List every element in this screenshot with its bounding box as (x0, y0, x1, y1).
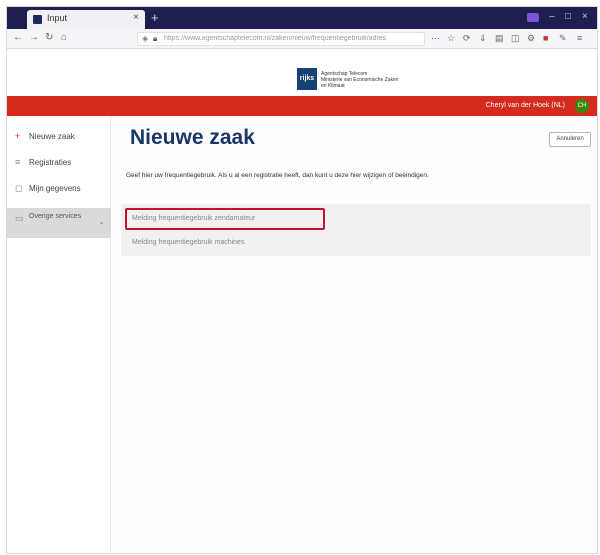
logo: rijks (297, 68, 317, 90)
minimize-button[interactable]: – (549, 11, 555, 22)
new-tab-button[interactable]: + (151, 11, 159, 24)
sidebar-item-my-details[interactable]: ◻ Mijn gegevens (7, 178, 111, 200)
user-icon: ◻ (15, 183, 23, 193)
tab-strip: Input × + – □ × (7, 7, 597, 29)
maximize-button[interactable]: □ (565, 11, 571, 22)
close-tab-icon[interactable]: × (133, 12, 139, 23)
cancel-button[interactable]: Annuleren (549, 132, 591, 147)
main-content: Nieuwe zaak Annuleren Geef hier uw frequ… (111, 116, 597, 553)
page-actions-icon[interactable]: ⋯ (431, 33, 440, 44)
address-bar[interactable]: ◈ 🔒︎ https://www.agentschaptelecom.nl/za… (137, 32, 425, 46)
navigation-toolbar: ← → ↻ ⌂ ◈ 🔒︎ https://www.agentschaptelec… (7, 29, 597, 49)
logo-line: en Klimaat (321, 83, 345, 89)
edit-icon[interactable]: ✎ (559, 33, 567, 44)
url-text[interactable]: https://www.agentschaptelecom.nl/zaken/n… (164, 35, 419, 42)
sidebar-item-other-services[interactable]: ▭ Overige services ⌄ (7, 208, 111, 238)
menu-icon[interactable]: ≡ (577, 33, 582, 44)
option-radio-amateur[interactable]: Melding frequentiegebruik zendamateur (121, 208, 591, 230)
home-icon[interactable]: ⌂ (61, 32, 67, 44)
avatar[interactable]: CH (575, 99, 589, 113)
plus-icon: + (15, 131, 21, 141)
chevron-down-icon: ⌄ (98, 217, 105, 226)
instruction-text: Geef hier uw frequentiegebruik. Als u al… (126, 172, 429, 179)
library-icon[interactable]: ▤ (495, 33, 504, 44)
bookmark-icon[interactable]: ☆ (447, 33, 455, 44)
sidebar-item-label: Mijn gegevens (29, 184, 81, 193)
option-list: Melding frequentiegebruik zendamateur Me… (121, 204, 591, 256)
top-bar: Cheryl van der Hoek (NL) CH (7, 96, 597, 116)
sidebar-toggle-icon[interactable]: ◫ (511, 33, 520, 44)
sidebar-item-label: Registraties (29, 158, 72, 167)
page-title: Nieuwe zaak (130, 126, 255, 149)
forward-icon[interactable]: → (29, 32, 39, 44)
extension-icon[interactable] (527, 13, 539, 22)
user-name[interactable]: Cheryl van der Hoek (NL) (486, 102, 565, 109)
browser-tab[interactable]: Input × (27, 10, 145, 29)
browser-window: Input × + – □ × ← → ↻ ⌂ ◈ 🔒︎ https://www… (6, 6, 598, 554)
site-header: rijks Agentschap Telecom Ministerie van … (7, 50, 597, 96)
logo-text: Agentschap Telecom Ministerie van Econom… (321, 71, 431, 89)
sidebar-item-label: Overige services (29, 213, 82, 220)
close-window-button[interactable]: × (582, 11, 588, 22)
option-radio-machines[interactable]: Melding frequentiegebruik machines (121, 232, 591, 254)
folder-icon: ▭ (15, 213, 24, 223)
back-icon[interactable]: ← (13, 32, 23, 44)
sync-icon[interactable]: ⟳ (463, 33, 471, 44)
settings-icon[interactable]: ⚙ (527, 33, 535, 44)
option-label: Melding frequentiegebruik zendamateur (132, 215, 256, 222)
list-icon: ≡ (15, 157, 21, 167)
favicon-icon (33, 15, 42, 24)
tab-title: Input (47, 13, 68, 23)
sidebar: + Nieuwe zaak ≡ Registraties ◻ Mijn gege… (7, 116, 111, 553)
sidebar-item-registrations[interactable]: ≡ Registraties (7, 152, 111, 174)
sidebar-item-new-case[interactable]: + Nieuwe zaak (7, 126, 111, 148)
sidebar-item-label: Nieuwe zaak (29, 132, 75, 141)
addon-icon[interactable]: ■ (543, 33, 548, 44)
reload-icon[interactable]: ↻ (45, 32, 53, 44)
option-label: Melding frequentiegebruik machines (132, 239, 245, 246)
shield-icon: ◈ (142, 34, 149, 43)
lock-icon: 🔒︎ (153, 34, 158, 43)
download-icon[interactable]: ⇓ (479, 33, 487, 44)
